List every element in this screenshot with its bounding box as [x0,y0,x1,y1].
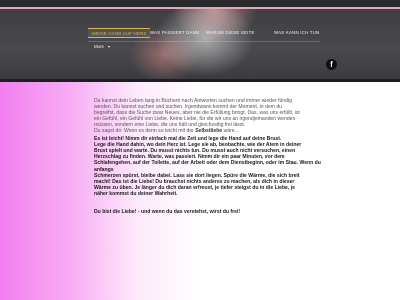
nav-divider [88,41,320,42]
intro-line: müssen, sondern eine Liebe, die uns hält… [94,122,246,129]
main-navigation: Meine Hand auf Herz Was passiert dann Wa… [88,26,320,54]
nav-item-warum-diese-seite[interactable]: Warum diese Seite [206,28,255,38]
exercise-line: näher kommst du deiner Wahrheit. [94,191,178,198]
intro-line-prefix: Du sagst dir: Wenn es denn so leicht mit… [94,128,196,135]
intro-line: werden. Du kannst suchen und suchen. Irg… [94,104,283,111]
main-content: Du kannst dein Leben lang in Büchern nac… [94,98,338,215]
header-top-accent-line [0,7,400,9]
nav-more-dropdown[interactable]: More ▾ [94,42,110,52]
exercise-paragraph: Es ist leicht! Nimm dir einfach mal die … [94,136,338,198]
exercise-line: Wärme zu üben. Je länger du dich daran e… [94,185,295,192]
selbstliebe-highlight: Selbstliebe [195,128,223,135]
chevron-down-icon: ▾ [108,44,111,49]
nav-more-label: More [94,44,105,49]
nav-item-meine-hand-auf-herz[interactable]: Meine Hand auf Herz [88,28,151,38]
exercise-line: Schlafengehen, auf der Toilette, auf der… [94,160,321,173]
exercise-line: Lege die Hand dahin, wo dein Herz ist. L… [94,141,302,148]
closing-statement: Du bist die Liebe! - und wenn du das ver… [94,208,241,215]
exercise-line: Es ist leicht! Nimm dir einfach mal die … [94,135,282,142]
exercise-line: Schmerzen spürst, bleibe dabei. Lass sie… [94,172,300,179]
exercise-line: macht! Das ist die Liebe! Du brauchst ni… [94,178,295,185]
exercise-line: Herzschlag zu finden. Warte, was passier… [94,154,285,161]
facebook-icon[interactable]: f [326,59,337,70]
intro-line: Du kannst dein Leben lang in Büchern nac… [94,98,292,104]
nav-item-was-kann-ich-tun[interactable]: Was kann ich tun [274,28,319,38]
intro-paragraph: Du kannst dein Leben lang in Büchern nac… [94,98,338,135]
intro-line-suffix: wäre... [222,128,239,135]
intro-line: ein Gefühl, ein Gefühl von Liebe. Keine … [94,116,296,123]
exercise-line: Brust spielt und warte. Du musst nichts … [94,147,296,154]
nav-item-was-passiert-dann[interactable]: Was passiert dann [150,28,199,38]
intro-line: begreifst, dass die Suche zwar Neues, ab… [94,110,300,117]
